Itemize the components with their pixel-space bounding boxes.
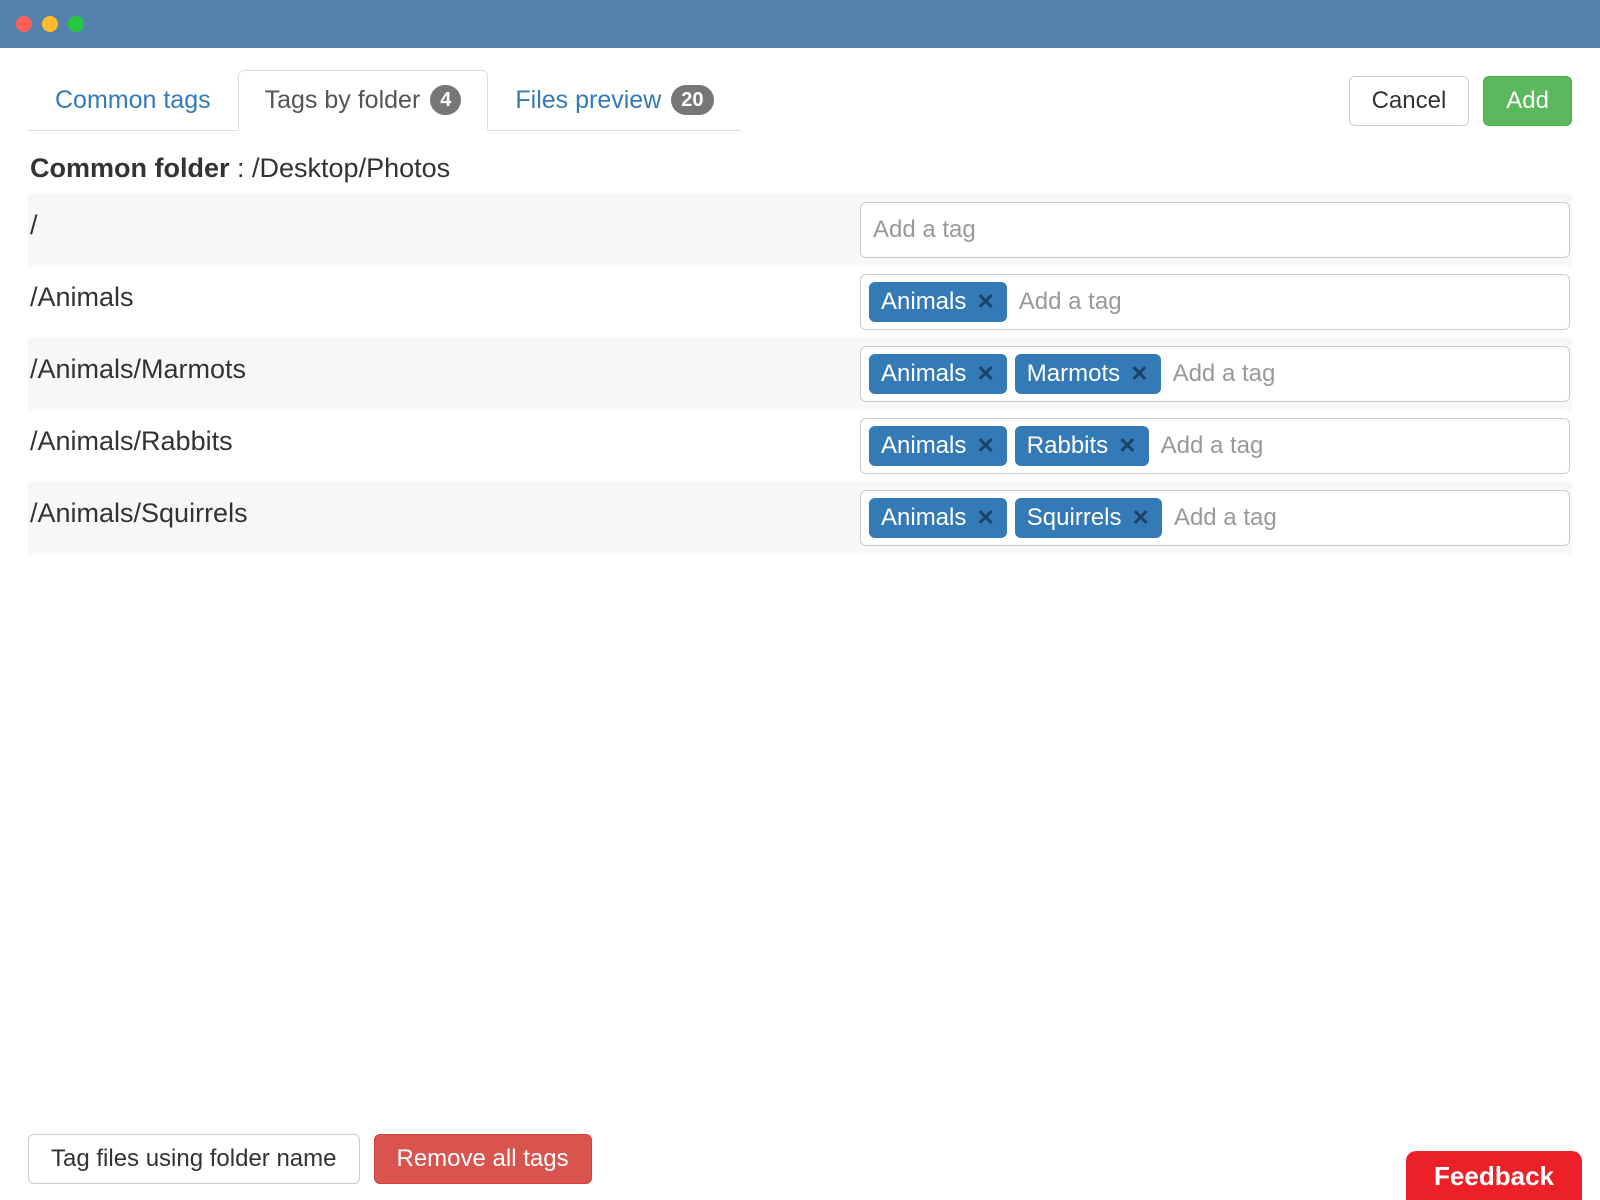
folder-row: /Animals/Marmots Animals ✕ Marmots ✕	[28, 338, 1572, 410]
tag-label: Animals	[881, 360, 966, 388]
remove-tag-icon[interactable]: ✕	[1132, 505, 1150, 531]
common-folder-label: Common folder	[30, 153, 230, 183]
tag-label: Squirrels	[1027, 504, 1122, 532]
tab-label: Files preview	[515, 86, 661, 115]
folder-row: /Animals/Rabbits Animals ✕ Rabbits ✕	[28, 410, 1572, 482]
folder-path: /Animals/Squirrels	[30, 490, 860, 529]
tab-badge: 20	[671, 85, 713, 115]
tag-chip: Squirrels ✕	[1015, 498, 1162, 538]
folder-row: /Animals/Squirrels Animals ✕ Squirrels ✕	[28, 482, 1572, 554]
tag-input-box[interactable]: Animals ✕ Marmots ✕	[860, 346, 1570, 402]
add-tag-input[interactable]	[1157, 426, 1561, 466]
tabs: Common tags Tags by folder 4 Files previ…	[28, 70, 741, 131]
folder-path: /Animals/Marmots	[30, 346, 860, 385]
footer-actions: Tag files using folder name Remove all t…	[28, 1134, 592, 1184]
remove-tag-icon[interactable]: ✕	[976, 361, 994, 387]
common-folder-path: /Desktop/Photos	[252, 153, 450, 183]
folder-path: /	[30, 202, 860, 241]
tag-chip: Animals ✕	[869, 354, 1007, 394]
tag-input-box[interactable]: Animals ✕ Squirrels ✕	[860, 490, 1570, 546]
folder-row: /	[28, 194, 1572, 266]
add-tag-input[interactable]	[1169, 354, 1561, 394]
add-button[interactable]: Add	[1483, 76, 1572, 126]
folder-path: /Animals/Rabbits	[30, 418, 860, 457]
add-tag-input[interactable]	[1015, 282, 1561, 322]
window-maximize-icon[interactable]	[68, 16, 84, 32]
remove-tag-icon[interactable]: ✕	[976, 289, 994, 315]
tag-chip: Animals ✕	[869, 282, 1007, 322]
remove-tag-icon[interactable]: ✕	[976, 505, 994, 531]
cancel-button[interactable]: Cancel	[1349, 76, 1470, 126]
tag-chip: Rabbits ✕	[1015, 426, 1149, 466]
tag-using-folder-button[interactable]: Tag files using folder name	[28, 1134, 360, 1184]
folders-table: //AnimalsAnimals✕/Animals/MarmotsAnimals…	[28, 194, 1572, 554]
tab-label: Tags by folder	[265, 86, 421, 115]
window-close-icon[interactable]	[16, 16, 32, 32]
top-bar: Common tags Tags by folder 4 Files previ…	[28, 70, 1572, 131]
common-folder-row: Common folder : /Desktop/Photos	[30, 153, 1572, 184]
tab-label: Common tags	[55, 86, 211, 115]
add-tag-input[interactable]	[1170, 498, 1561, 538]
tag-label: Marmots	[1027, 360, 1120, 388]
tag-input-box[interactable]	[860, 202, 1570, 258]
window-minimize-icon[interactable]	[42, 16, 58, 32]
common-folder-sep: :	[230, 153, 253, 183]
remove-tag-icon[interactable]: ✕	[976, 433, 994, 459]
tag-label: Animals	[881, 504, 966, 532]
remove-tag-icon[interactable]: ✕	[1130, 361, 1148, 387]
folder-row: /Animals Animals ✕	[28, 266, 1572, 338]
tab-badge: 4	[430, 85, 461, 115]
tag-input-box[interactable]: Animals ✕	[860, 274, 1570, 330]
top-actions: Cancel Add	[1349, 76, 1572, 126]
tag-label: Rabbits	[1027, 432, 1108, 460]
folder-path: /Animals	[30, 274, 860, 313]
tab-files-preview[interactable]: Files preview 20	[488, 70, 740, 131]
tag-label: Animals	[881, 432, 966, 460]
feedback-button[interactable]: Feedback	[1406, 1151, 1582, 1200]
tag-label: Animals	[881, 288, 966, 316]
window-titlebar	[0, 0, 1600, 48]
remove-all-tags-button[interactable]: Remove all tags	[374, 1134, 592, 1184]
tab-tags-by-folder[interactable]: Tags by folder 4	[238, 70, 489, 131]
tag-chip: Animals ✕	[869, 498, 1007, 538]
tag-chip: Marmots ✕	[1015, 354, 1161, 394]
tag-input-box[interactable]: Animals ✕ Rabbits ✕	[860, 418, 1570, 474]
tag-chip: Animals ✕	[869, 426, 1007, 466]
remove-tag-icon[interactable]: ✕	[1118, 433, 1136, 459]
add-tag-input[interactable]	[869, 210, 1561, 250]
tab-common-tags[interactable]: Common tags	[28, 70, 238, 131]
